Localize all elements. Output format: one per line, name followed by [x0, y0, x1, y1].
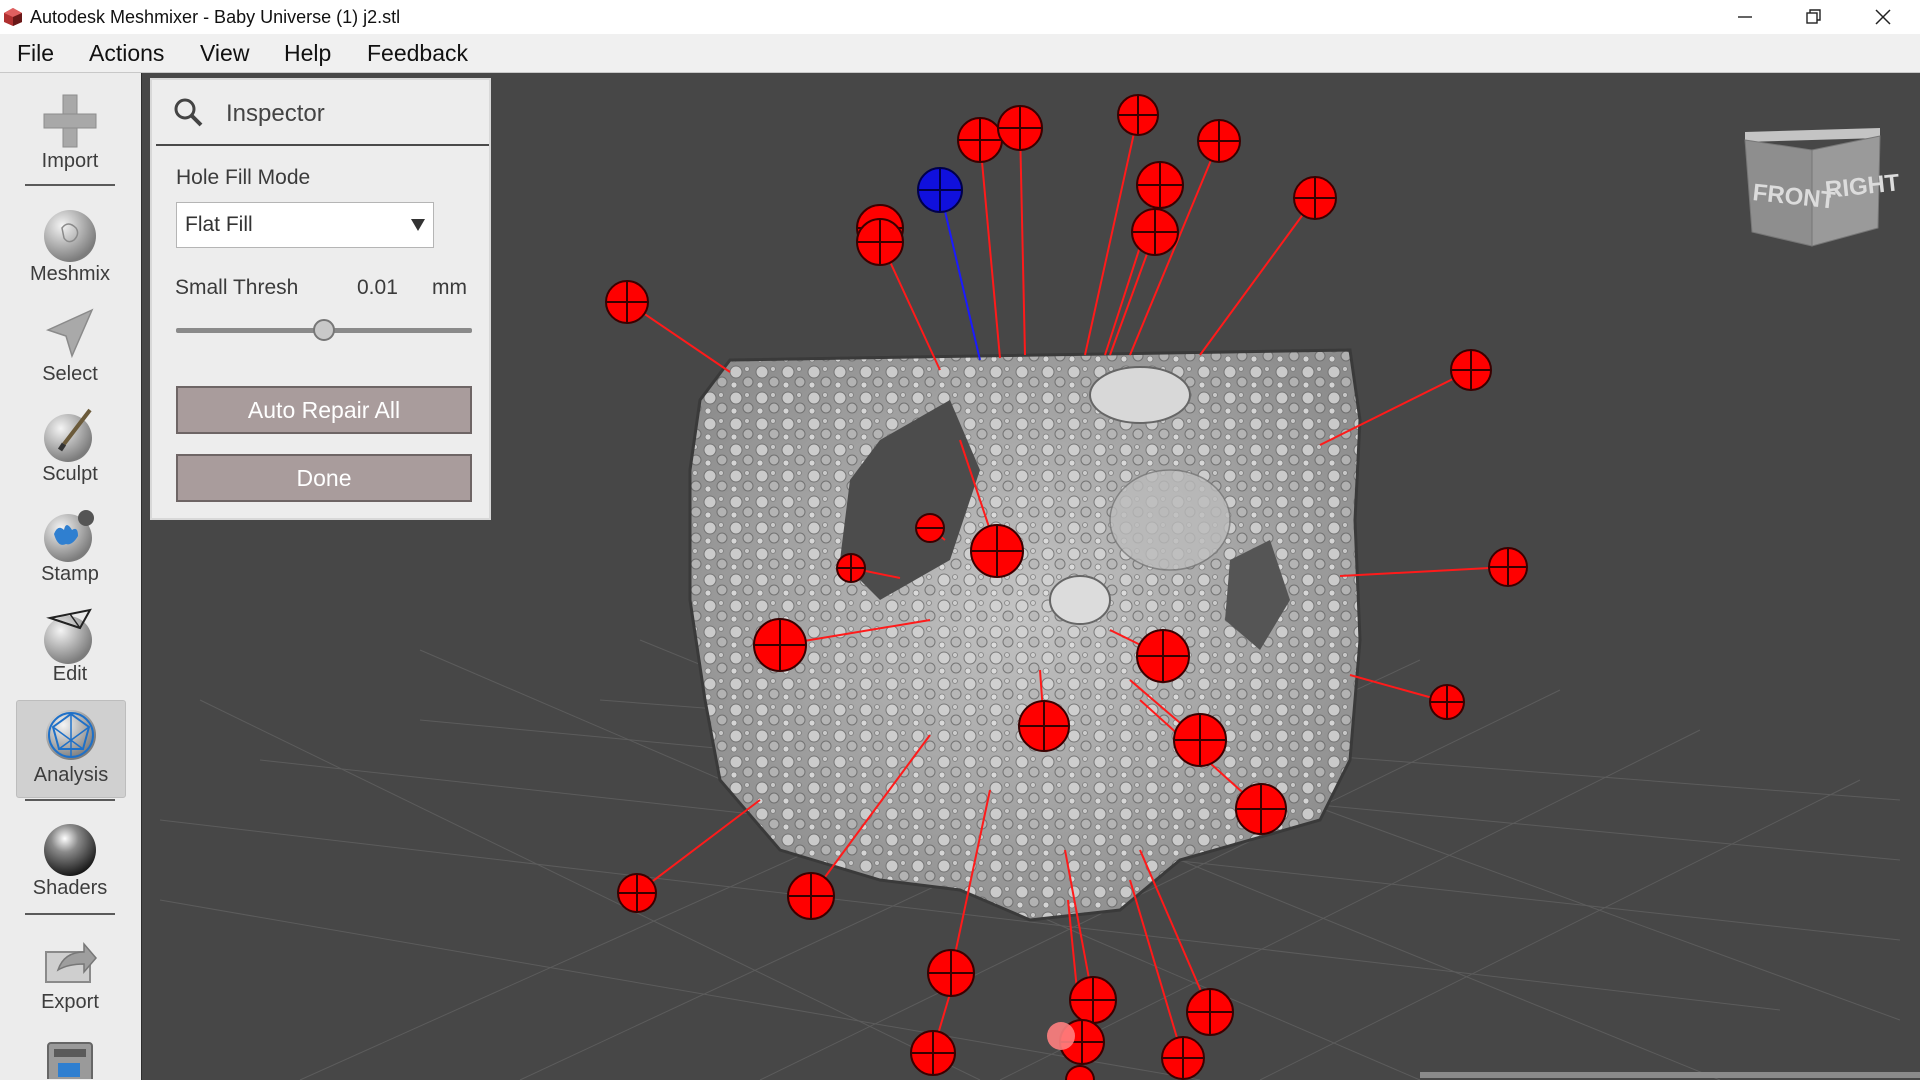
wire-sphere-icon [44, 608, 92, 664]
tool-print[interactable] [16, 1033, 124, 1079]
tool-select-label: Select [42, 363, 98, 385]
magnifier-icon [174, 98, 203, 127]
tool-shaders-label: Shaders [32, 877, 108, 899]
hole-marker[interactable] [997, 105, 1043, 151]
viewport-scroll-indicator[interactable] [1420, 1072, 1920, 1078]
inspector-divider [156, 144, 489, 146]
menu-actions[interactable]: Actions [89, 34, 164, 72]
tool-import[interactable]: Import [16, 87, 124, 183]
tool-meshmix[interactable]: Meshmix [16, 200, 124, 296]
small-thresh-value[interactable]: 0.01 [357, 276, 398, 300]
restore-button[interactable] [1779, 0, 1849, 34]
hole-marker[interactable] [957, 117, 1003, 163]
hole-marker[interactable] [1173, 713, 1227, 767]
tool-shaders[interactable]: Shaders [16, 814, 124, 910]
tool-analysis[interactable]: Analysis [16, 700, 126, 798]
hole-marker[interactable] [1488, 547, 1528, 587]
selected-hole-marker[interactable] [917, 167, 963, 213]
hole-marker[interactable] [753, 618, 807, 672]
small-thresh-slider-handle[interactable] [313, 319, 335, 341]
tool-stamp[interactable]: Stamp [16, 500, 124, 596]
tool-meshmix-label: Meshmix [29, 263, 110, 285]
hole-marker[interactable] [1069, 976, 1117, 1024]
hole-marker[interactable] [1065, 1065, 1095, 1080]
dropdown-arrow-icon [411, 219, 425, 231]
hole-marker[interactable] [1136, 629, 1190, 683]
hole-marker[interactable] [1429, 684, 1465, 720]
hole-marker[interactable] [1450, 349, 1492, 391]
menu-feedback[interactable]: Feedback [367, 34, 468, 72]
menu-view[interactable]: View [200, 34, 249, 72]
hole-fill-mode-label: Hole Fill Mode [176, 166, 311, 189]
tool-sculpt[interactable]: Sculpt [16, 400, 124, 496]
title-bar: Autodesk Meshmixer - Baby Universe (1) j… [0, 0, 1920, 34]
tool-export[interactable]: Export [16, 928, 124, 1024]
hole-marker[interactable] [1197, 119, 1241, 163]
hole-marker[interactable] [910, 1030, 956, 1076]
meshmixer-logo-icon [4, 8, 22, 26]
hole-marker[interactable] [1136, 161, 1184, 209]
cursor-marker [1047, 1022, 1075, 1050]
minimize-button[interactable] [1710, 0, 1780, 34]
hole-marker[interactable] [970, 524, 1024, 578]
hole-marker[interactable] [836, 553, 866, 583]
inspector-header: Inspector [152, 80, 489, 144]
tool-sculpt-label: Sculpt [42, 463, 98, 485]
menu-file[interactable]: File [17, 34, 54, 72]
tool-edit[interactable]: Edit [16, 600, 124, 696]
mesh-sphere-icon [46, 710, 96, 760]
hole-marker[interactable] [856, 218, 904, 266]
hole-marker[interactable] [605, 280, 649, 324]
close-icon [1875, 9, 1891, 25]
hole-marker[interactable] [1293, 176, 1337, 220]
arrow-cursor-icon [45, 308, 94, 359]
toolbar-divider [25, 913, 115, 915]
auto-repair-all-button[interactable]: Auto Repair All [176, 386, 472, 434]
selected-marker-line [939, 189, 981, 361]
hole-marker[interactable] [1018, 700, 1070, 752]
hole-marker[interactable] [1161, 1036, 1205, 1080]
tool-import-label: Import [41, 150, 99, 172]
stamp-sphere-icon [44, 510, 94, 562]
export-icon [45, 941, 97, 983]
chrome-sphere-icon [44, 824, 96, 876]
inspector-title: Inspector [226, 100, 325, 127]
menu-bar: File Actions View Help Feedback [0, 34, 1920, 73]
tool-stamp-label: Stamp [41, 563, 99, 585]
bunny-sphere-icon [44, 210, 96, 262]
small-thresh-unit: mm [432, 276, 467, 299]
tool-select[interactable]: Select [16, 300, 124, 396]
restore-icon [1806, 9, 1821, 24]
menu-help[interactable]: Help [284, 34, 331, 72]
hole-marker[interactable] [915, 513, 945, 543]
brush-sphere-icon [44, 408, 92, 462]
print-icon [47, 1042, 93, 1079]
hole-fill-mode-value: Flat Fill [185, 213, 253, 236]
view-cube[interactable]: FRONT RIGHT [1744, 128, 1901, 247]
tool-export-label: Export [41, 991, 99, 1013]
hole-marker[interactable] [1186, 988, 1234, 1036]
tool-analysis-label: Analysis [33, 764, 109, 786]
toolbar-divider [25, 184, 115, 186]
hole-marker[interactable] [617, 873, 657, 913]
small-thresh-label: Small Thresh [175, 276, 299, 299]
window-title: Autodesk Meshmixer - Baby Universe (1) j… [30, 7, 401, 27]
hole-marker[interactable] [787, 872, 835, 920]
tool-sidebar: Import Meshmix Select Sculpt Stamp Edit … [0, 73, 142, 1080]
hole-marker[interactable] [1131, 208, 1179, 256]
hole-marker[interactable] [1117, 94, 1159, 136]
plus-icon [43, 94, 97, 148]
tool-edit-label: Edit [52, 663, 88, 685]
inspector-panel: Inspector Hole Fill Mode Flat Fill Small… [150, 78, 491, 520]
minimize-icon [1738, 16, 1752, 18]
done-button[interactable]: Done [176, 454, 472, 502]
toolbar-divider [25, 799, 115, 801]
hole-fill-mode-dropdown[interactable]: Flat Fill [176, 202, 434, 248]
hole-marker[interactable] [927, 949, 975, 997]
close-button[interactable] [1848, 0, 1918, 34]
hole-marker[interactable] [1235, 783, 1287, 835]
